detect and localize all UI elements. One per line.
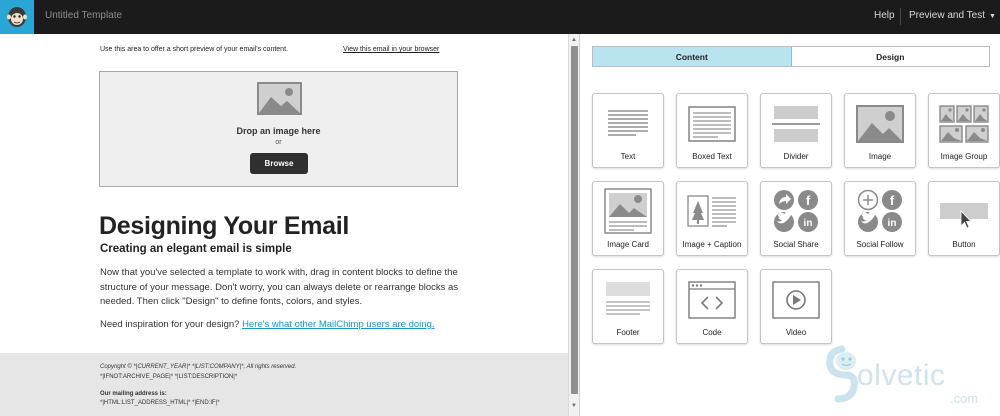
inspiration-prefix: Need inspiration for your design? [100,319,240,330]
svg-text:in: in [888,218,897,229]
block-label: Video [785,328,807,337]
block-code[interactable]: Code [676,269,748,344]
divider-block-icon [772,105,820,148]
boxed-text-block-icon [688,105,736,148]
block-label: Social Share [773,240,819,249]
social-share-block-icon: f in [771,188,821,239]
image-caption-block-icon [687,193,737,236]
scroll-down-arrow-icon[interactable]: ▼ [571,403,577,409]
block-social-follow[interactable]: f in Social Follow [844,181,916,256]
email-body-text[interactable]: Now that you've selected a template to w… [100,266,465,310]
template-title[interactable]: Untitled Template [45,10,122,21]
email-heading[interactable]: Designing Your Email [99,212,349,241]
preheader-text[interactable]: Use this area to offer a short preview o… [100,46,288,53]
code-block-icon [688,281,736,324]
email-canvas: Use this area to offer a short preview o… [0,34,568,416]
text-block-icon [606,105,650,146]
panel-tabs: Content Design [592,46,990,67]
block-image[interactable]: Image [844,93,916,168]
help-link[interactable]: Help [874,10,895,21]
block-boxed-text[interactable]: Boxed Text [676,93,748,168]
video-block-icon [772,281,820,324]
block-label: Image Group [940,152,988,161]
drop-image-label: Drop an image here [236,126,321,136]
canvas-scrollbar[interactable]: ▲ ▼ [568,34,579,416]
block-image-caption[interactable]: Image + Caption [676,181,748,256]
watermark-brand: olvetic [857,359,946,392]
social-follow-block-icon: f in [855,188,905,239]
block-label: Boxed Text [692,152,732,161]
block-button[interactable]: Button [928,181,1000,256]
block-divider[interactable]: Divider [760,93,832,168]
block-image-card[interactable]: Image Card [592,181,664,256]
image-block-icon [856,105,904,148]
tab-design[interactable]: Design [792,47,990,66]
chevron-down-icon: ▼ [988,13,996,20]
watermark-domain: .com [950,391,979,406]
block-label: Button [952,240,976,249]
email-footer[interactable]: Copyright © *|CURRENT_YEAR|* *|LIST:COMP… [0,353,568,416]
chimp-icon [7,7,27,27]
inspiration-line[interactable]: Need inspiration for your design? Here's… [100,319,435,330]
scroll-up-arrow-icon[interactable]: ▲ [571,37,577,43]
block-label: Social Follow [856,240,904,249]
scrollbar-thumb[interactable] [571,46,578,394]
image-placeholder-icon [257,82,302,115]
image-group-block-icon [939,105,989,148]
preview-and-test-label: Preview and Test [909,10,985,21]
topbar-divider [900,8,901,25]
email-subheading[interactable]: Creating an elegant email is simple [100,243,292,255]
or-label: or [275,139,282,146]
tab-content[interactable]: Content [593,47,792,66]
preview-and-test-menu[interactable]: Preview and Test ▼ [909,10,996,21]
footer-mailing-label: Our mailing address is: [100,391,167,397]
footer-address-merge: *|HTML:LIST_ADDRESS_HTML|* *|END:IF|* [100,400,220,406]
block-text[interactable]: Text [592,93,664,168]
view-in-browser-link[interactable]: View this email in your browser [343,46,439,53]
svg-text:in: in [804,218,813,229]
block-label: Footer [616,328,640,337]
svg-text:f: f [890,193,895,208]
footer-archive-merge: *|IFNOT:ARCHIVE_PAGE|* *|LIST:DESCRIPTIO… [100,374,238,380]
block-label: Image Card [607,240,649,249]
block-social-share[interactable]: f in Social Share [760,181,832,256]
block-label: Image [868,152,892,161]
block-image-group[interactable]: Image Group [928,93,1000,168]
solvetic-watermark: olvetic .com [824,345,994,410]
block-label: Text [620,152,636,161]
block-label: Divider [783,152,809,161]
button-block-icon [939,202,989,235]
inspiration-link[interactable]: Here's what other MailChimp users are do… [242,319,434,330]
block-label: Code [702,328,722,337]
footer-copyright: Copyright © *|CURRENT_YEAR|* *|LIST:COMP… [100,364,297,370]
block-video[interactable]: Video [760,269,832,344]
image-dropzone[interactable]: Drop an image here or Browse [99,71,458,187]
footer-block-icon [604,281,652,324]
block-label: Image + Caption [682,240,742,249]
block-footer[interactable]: Footer [592,269,664,344]
top-bar: Untitled Template Help Preview and Test ▼ [0,0,1000,34]
svg-text:f: f [806,193,811,208]
mailchimp-logo[interactable] [0,0,34,34]
browse-button[interactable]: Browse [250,153,308,174]
image-card-block-icon [604,188,652,239]
